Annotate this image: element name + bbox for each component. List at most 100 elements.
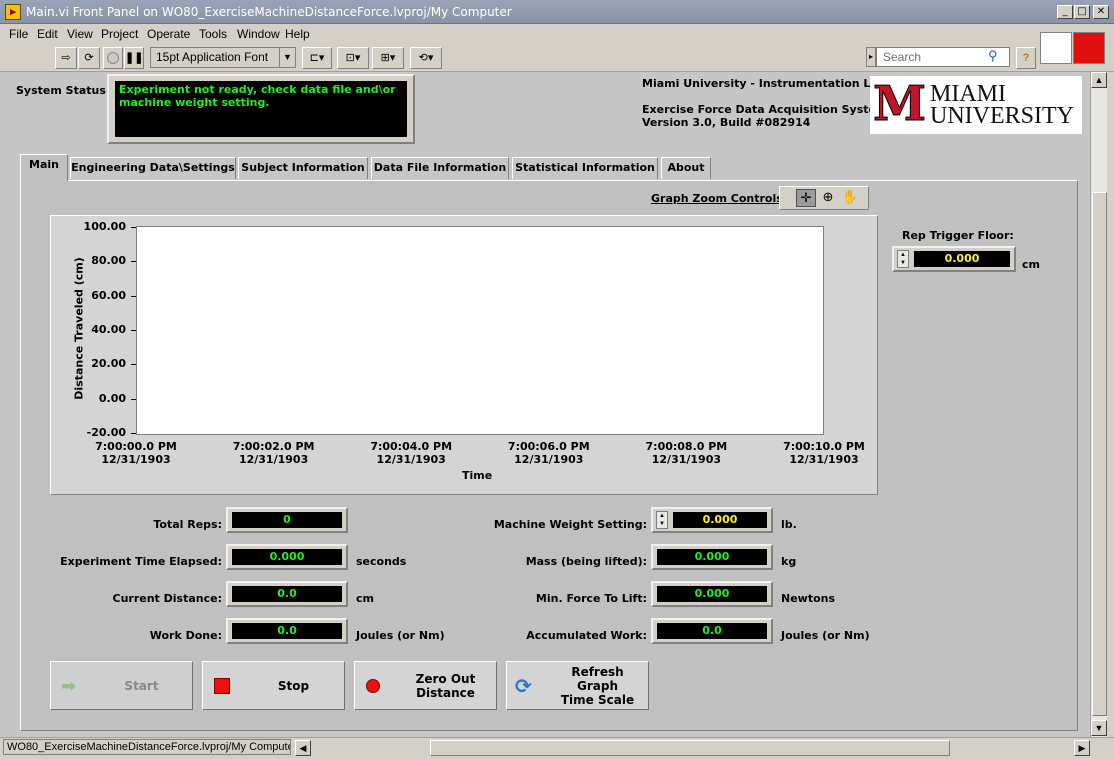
tab-about[interactable]: About [661, 157, 711, 179]
machine-weight-label: Machine Weight Setting: [493, 518, 647, 531]
tab-main[interactable]: Main [20, 154, 68, 181]
refresh-icon: ⟳ [515, 674, 532, 698]
abort-icon[interactable] [103, 47, 123, 69]
mass-unit: kg [781, 555, 797, 568]
x-tick-label: 7:00:06.0 PM 12/31/1903 [494, 440, 604, 466]
pan-hand-icon[interactable]: ✋ [840, 189, 860, 207]
rep-trigger-control[interactable]: ▲ ▼ 0.000 [892, 246, 1016, 272]
logo-m: M [873, 76, 927, 132]
distribute-objects-icon[interactable]: ⊡▾ [337, 47, 369, 69]
spinner-icon[interactable]: ▲ ▼ [656, 511, 668, 529]
close-icon[interactable]: ✕ [1093, 5, 1109, 19]
x-tick-date: 12/31/1903 [651, 453, 722, 466]
mass-indicator: 0.000 [651, 544, 773, 570]
system-status-indicator: Experiment not ready, check data file an… [107, 74, 415, 144]
machine-weight-control[interactable]: ▲ ▼ 0.000 [651, 507, 773, 533]
x-axis-label: Time [462, 469, 493, 482]
tab-statistical-information[interactable]: Statistical Information [512, 157, 658, 179]
stop-button-label: Stop [277, 678, 310, 693]
rep-trigger-unit: cm [1022, 258, 1040, 271]
total-reps-indicator: 0 [226, 507, 348, 533]
vertical-scrollbar[interactable]: ▲ ▼ [1090, 72, 1107, 737]
mass-label: Mass (being lifted): [525, 555, 647, 568]
help-icon[interactable]: ? [1016, 47, 1036, 69]
refresh-line2: Time Scale [560, 692, 635, 707]
zero-out-line1: Zero Out [415, 671, 476, 686]
align-objects-icon[interactable]: ⊏▾ [302, 47, 332, 69]
connector-pane-icon[interactable] [1073, 32, 1105, 64]
search-icon[interactable]: ⚲ [988, 48, 998, 64]
resize-objects-icon[interactable]: ⊞▾ [372, 47, 404, 69]
total-reps-value: 0 [232, 512, 342, 528]
plot-area[interactable] [136, 226, 824, 435]
vi-icon[interactable] [1040, 32, 1072, 64]
scroll-right-icon[interactable]: ▶ [1074, 740, 1090, 756]
scroll-thumb[interactable] [1092, 192, 1107, 716]
y-tick-mark [131, 330, 136, 331]
menu-window[interactable]: Window [237, 27, 280, 41]
x-tick-date: 12/31/1903 [238, 453, 309, 466]
spinner-icon[interactable]: ▲ ▼ [897, 250, 909, 268]
work-done-value: 0.0 [232, 623, 342, 639]
horizontal-scroll-thumb[interactable] [430, 740, 950, 756]
work-done-label: Work Done: [149, 629, 222, 642]
zero-out-label: Zero Out Distance [399, 662, 492, 709]
accumulated-work-unit: Joules (or Nm) [781, 629, 870, 642]
refresh-graph-button[interactable]: ⟳ Refresh Graph Time Scale [506, 661, 649, 710]
accumulated-work-value: 0.0 [657, 623, 767, 639]
tab-engineering-data-settings[interactable]: Engineering Data\Settings [70, 157, 236, 179]
minimize-icon[interactable]: _ [1057, 5, 1073, 19]
zero-out-distance-button[interactable]: Zero Out Distance [354, 661, 497, 710]
scroll-down-icon[interactable]: ▼ [1091, 720, 1107, 736]
current-distance-label: Current Distance: [112, 592, 222, 605]
system-status-text: Experiment not ready, check data file an… [115, 81, 407, 137]
font-selector[interactable]: 15pt Application Font ▼ [150, 47, 296, 68]
run-continuously-icon[interactable]: ⟳ [78, 47, 100, 69]
accumulated-work-label: Accumulated Work: [526, 629, 647, 642]
search-scope-icon[interactable]: ▸ [866, 47, 876, 67]
scroll-up-icon[interactable]: ▲ [1091, 72, 1107, 88]
font-selector-value: 15pt Application Font [156, 50, 269, 64]
menu-help[interactable]: Help [285, 27, 310, 41]
machine-weight-value[interactable]: 0.000 [673, 512, 767, 528]
stop-square-icon [214, 678, 230, 694]
tab-subject-information[interactable]: Subject Information [238, 157, 368, 179]
x-tick-label: 7:00:00.0 PM 12/31/1903 [81, 440, 191, 466]
zoom-icon[interactable]: ⊕ [818, 189, 838, 207]
total-reps-label: Total Reps: [153, 518, 222, 531]
title-bar: ▸ Main.vi Front Panel on WO80_ExerciseMa… [0, 0, 1114, 24]
time-elapsed-unit: seconds [356, 555, 407, 568]
stop-button[interactable]: Stop [202, 661, 345, 710]
menu-operate[interactable]: Operate [147, 27, 190, 41]
run-arrow-icon[interactable]: ⇨ [55, 47, 77, 69]
window-title: Main.vi Front Panel on WO80_ExerciseMach… [26, 5, 512, 19]
y-tick-mark [131, 295, 136, 297]
miami-university-logo: M MIAMI UNIVERSITY [870, 76, 1082, 134]
graph-zoom-controls: ✛ ⊕ ✋ [779, 186, 869, 210]
scroll-left-icon[interactable]: ◀ [295, 740, 311, 756]
reorder-icon[interactable]: ⟲▾ [410, 47, 442, 69]
start-button[interactable]: ➡ Start [50, 661, 193, 710]
pause-icon[interactable]: ❚❚ [124, 47, 144, 69]
time-elapsed-value: 0.000 [232, 549, 342, 565]
menu-view[interactable]: View [67, 27, 93, 41]
min-force-unit: Newtons [781, 592, 836, 605]
cursor-move-icon[interactable]: ✛ [796, 189, 816, 207]
menu-file[interactable]: File [9, 27, 28, 41]
y-axis-label: Distance Traveled (cm) [72, 257, 86, 400]
mass-value: 0.000 [657, 549, 767, 565]
x-tick-time: 7:00:00.0 PM [95, 440, 177, 453]
tab-data-file-information[interactable]: Data File Information [371, 157, 509, 179]
menu-project[interactable]: Project [101, 27, 138, 41]
rep-trigger-value[interactable]: 0.000 [914, 251, 1010, 267]
work-done-unit: Joules (or Nm) [356, 629, 445, 642]
chevron-down-icon: ▼ [279, 48, 295, 67]
maximize-icon[interactable]: □ [1074, 5, 1090, 19]
x-tick-time: 7:00:08.0 PM [645, 440, 728, 453]
menu-tools[interactable]: Tools [199, 27, 227, 41]
rep-trigger-label: Rep Trigger Floor: [902, 229, 1014, 242]
machine-weight-unit: lb. [781, 518, 797, 531]
work-done-indicator: 0.0 [226, 618, 348, 644]
menu-edit[interactable]: Edit [37, 27, 58, 41]
accumulated-work-indicator: 0.0 [651, 618, 773, 644]
